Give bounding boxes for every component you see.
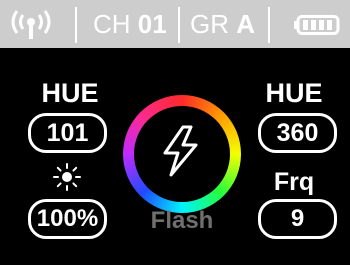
- mode-label: Flash: [150, 207, 214, 234]
- channel-indicator[interactable]: CH 01: [93, 8, 167, 40]
- channel-label: CH: [93, 9, 131, 39]
- left-hue-value-field[interactable]: 101: [28, 113, 107, 153]
- brightness-value-field[interactable]: 100%: [28, 199, 107, 239]
- sun-icon: [53, 163, 81, 191]
- device-screen: CH 01 GR A HUE 101 100% Flash HUE 360 Fr…: [0, 0, 350, 265]
- battery-icon: [294, 15, 340, 35]
- right-hue-value: 360: [276, 119, 319, 147]
- channel-value: 01: [137, 9, 167, 39]
- status-separator: [268, 7, 270, 43]
- right-hue-value-field[interactable]: 360: [258, 113, 337, 153]
- frequency-value-field[interactable]: 9: [258, 199, 337, 239]
- left-hue-label: HUE: [41, 78, 99, 108]
- status-separator: [178, 7, 180, 43]
- group-indicator[interactable]: GR A: [190, 8, 255, 40]
- lightning-bolt-icon: [163, 125, 198, 177]
- brightness-value: 100%: [36, 205, 99, 232]
- group-value: A: [236, 9, 256, 39]
- frequency-value: 9: [290, 205, 305, 232]
- frequency-label: Frq: [273, 168, 315, 196]
- right-hue-label: HUE: [265, 78, 323, 108]
- status-bar: CH 01 GR A: [0, 0, 350, 48]
- status-separator: [75, 7, 77, 43]
- wireless-signal-icon: [11, 10, 51, 39]
- left-hue-value: 101: [46, 119, 89, 147]
- group-label: GR: [190, 9, 229, 39]
